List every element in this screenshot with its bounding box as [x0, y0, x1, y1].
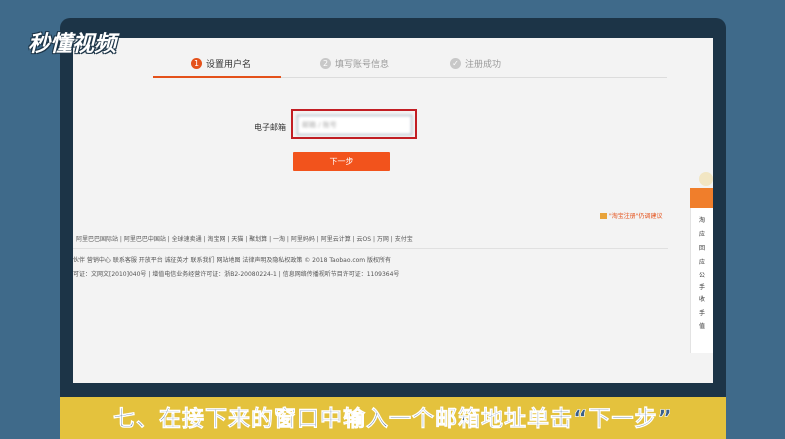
step-number-icon: 2 — [320, 58, 331, 69]
footer-partner-links[interactable]: 阿里巴巴国际站 | 阿里巴巴中国站 | 全球速卖通 | 淘宝网 | 天猫 | 聚… — [76, 234, 413, 243]
step-set-username: 1 设置用户名 — [191, 57, 251, 70]
side-item[interactable]: 应 — [699, 229, 705, 238]
email-label: 电子邮箱 — [254, 123, 286, 132]
caption-text: 七、在接下来的窗口中输入一个邮箱地址单击“下一步” — [113, 407, 673, 433]
browser-screen: 1 设置用户名 2 填写账号信息 ✓ 注册成功 电子邮箱 下一步 "淘宝注册"仍… — [73, 38, 713, 383]
email-field[interactable] — [297, 115, 412, 135]
check-icon: ✓ — [450, 58, 461, 69]
watermark-logo: 秒懂视频 — [28, 32, 117, 57]
side-badge-icon — [699, 172, 713, 186]
steps-active-indicator — [153, 76, 281, 78]
side-item[interactable]: 应 — [699, 257, 705, 266]
laptop-bezel — [60, 383, 726, 397]
feedback-link-label: "淘宝注册"仍调建议 — [609, 213, 663, 220]
step-number-icon: 1 — [191, 58, 202, 69]
footer-license: 可证：文网文[2010]040号 | 增值电信业务经营许可证：浙B2-20080… — [73, 271, 400, 278]
side-item[interactable]: 回 — [699, 243, 705, 252]
side-item[interactable]: 手 — [699, 308, 705, 317]
side-item[interactable]: 手 — [699, 282, 705, 291]
step-account-info: 2 填写账号信息 — [320, 57, 389, 70]
feedback-link[interactable]: "淘宝注册"仍调建议 — [600, 211, 663, 220]
step-label: 填写账号信息 — [335, 60, 390, 70]
side-item[interactable]: 淘 — [699, 215, 705, 224]
feedback-icon — [600, 212, 607, 219]
step-label: 注册成功 — [465, 60, 502, 70]
next-button[interactable]: 下一步 — [293, 152, 390, 171]
side-item[interactable]: 公 — [699, 270, 705, 279]
footer-divider — [73, 248, 668, 249]
step-label: 设置用户名 — [206, 60, 252, 70]
side-panel-header — [690, 188, 713, 208]
footer-links[interactable]: 伙伴 营销中心 联系客服 开放平台 诚征英才 联系我们 网站地图 法律声明及隐私… — [73, 255, 391, 264]
side-item[interactable]: 值 — [699, 321, 705, 330]
side-item[interactable]: 收 — [699, 294, 705, 303]
step-success: ✓ 注册成功 — [450, 57, 501, 70]
